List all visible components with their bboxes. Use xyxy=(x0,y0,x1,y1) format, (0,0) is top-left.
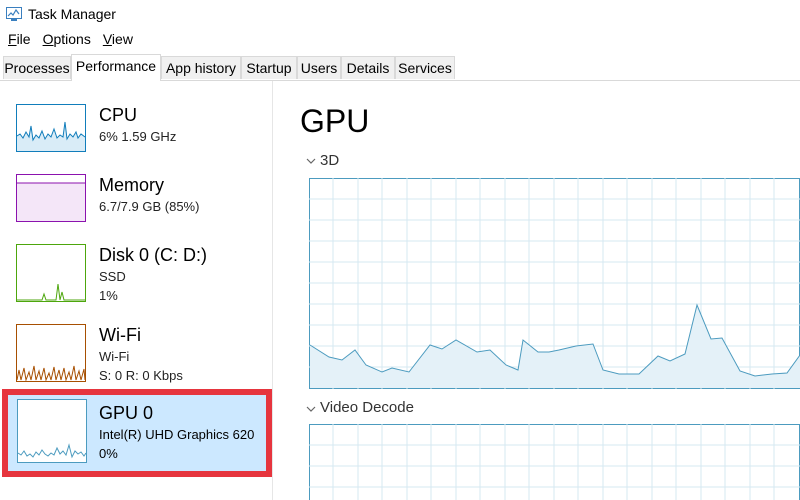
memory-thumbnail-graph xyxy=(16,174,86,222)
sidebar-item-cpu[interactable]: CPU 6% 1.59 GHz xyxy=(0,101,272,171)
gpu-label: GPU 0 xyxy=(99,403,154,423)
tab-startup[interactable]: Startup xyxy=(241,56,297,79)
sidebar-item-disk[interactable]: Disk 0 (C: D:) SSD 1% xyxy=(0,241,272,311)
gpu-thumbnail-graph xyxy=(17,399,87,463)
gpu-usage: 0% xyxy=(99,446,118,461)
disk-label: Disk 0 (C: D:) xyxy=(99,245,207,265)
page-title: GPU xyxy=(300,103,370,139)
sidebar-item-gpu[interactable]: GPU 0 Intel(R) UHD Graphics 620 0% xyxy=(2,389,272,477)
cpu-label: CPU xyxy=(99,105,138,125)
resource-list: CPU 6% 1.59 GHz Memory 6.7/7.9 GB (85%) … xyxy=(0,81,273,500)
section-video-decode-label[interactable]: Video Decode xyxy=(320,399,414,416)
disk-usage: 1% xyxy=(99,288,118,303)
menu-file[interactable]: File xyxy=(6,31,33,47)
wifi-adapter: Wi-Fi xyxy=(99,349,130,364)
chevron-down-icon[interactable] xyxy=(306,157,316,165)
sidebar-item-memory[interactable]: Memory 6.7/7.9 GB (85%) xyxy=(0,171,272,241)
wifi-thumbnail-graph xyxy=(16,324,86,382)
memory-label: Memory xyxy=(99,175,165,195)
task-manager-icon xyxy=(6,7,22,21)
gpu-adapter: Intel(R) UHD Graphics 620 xyxy=(99,427,255,442)
wifi-label: Wi-Fi xyxy=(99,325,141,345)
chevron-down-icon[interactable] xyxy=(306,405,316,413)
sidebar-item-wifi[interactable]: Wi-Fi Wi-Fi S: 0 R: 0 Kbps xyxy=(0,321,272,391)
tab-bar: Processes Performance App history Startu… xyxy=(0,54,800,81)
tab-users[interactable]: Users xyxy=(297,56,341,79)
section-3d-label[interactable]: 3D xyxy=(320,152,339,169)
menu-view[interactable]: View xyxy=(101,31,135,47)
disk-type: SSD xyxy=(99,269,126,284)
tab-processes[interactable]: Processes xyxy=(3,56,71,79)
gpu-video-decode-graph xyxy=(309,424,800,500)
menu-options[interactable]: Options xyxy=(41,31,93,47)
window-title: Task Manager xyxy=(28,6,116,22)
tab-performance[interactable]: Performance xyxy=(71,54,161,81)
menu-bar: File Options View xyxy=(0,28,800,50)
title-bar: Task Manager xyxy=(0,0,800,28)
wifi-throughput: S: 0 R: 0 Kbps xyxy=(99,368,183,383)
tab-app-history[interactable]: App history xyxy=(161,56,241,79)
disk-thumbnail-graph xyxy=(16,244,86,302)
cpu-thumbnail-graph xyxy=(16,104,86,152)
gpu-3d-graph xyxy=(309,178,800,389)
memory-usage: 6.7/7.9 GB (85%) xyxy=(99,199,200,214)
cpu-usage: 6% 1.59 GHz xyxy=(99,129,177,144)
tab-details[interactable]: Details xyxy=(341,56,395,79)
tab-services[interactable]: Services xyxy=(395,56,455,79)
